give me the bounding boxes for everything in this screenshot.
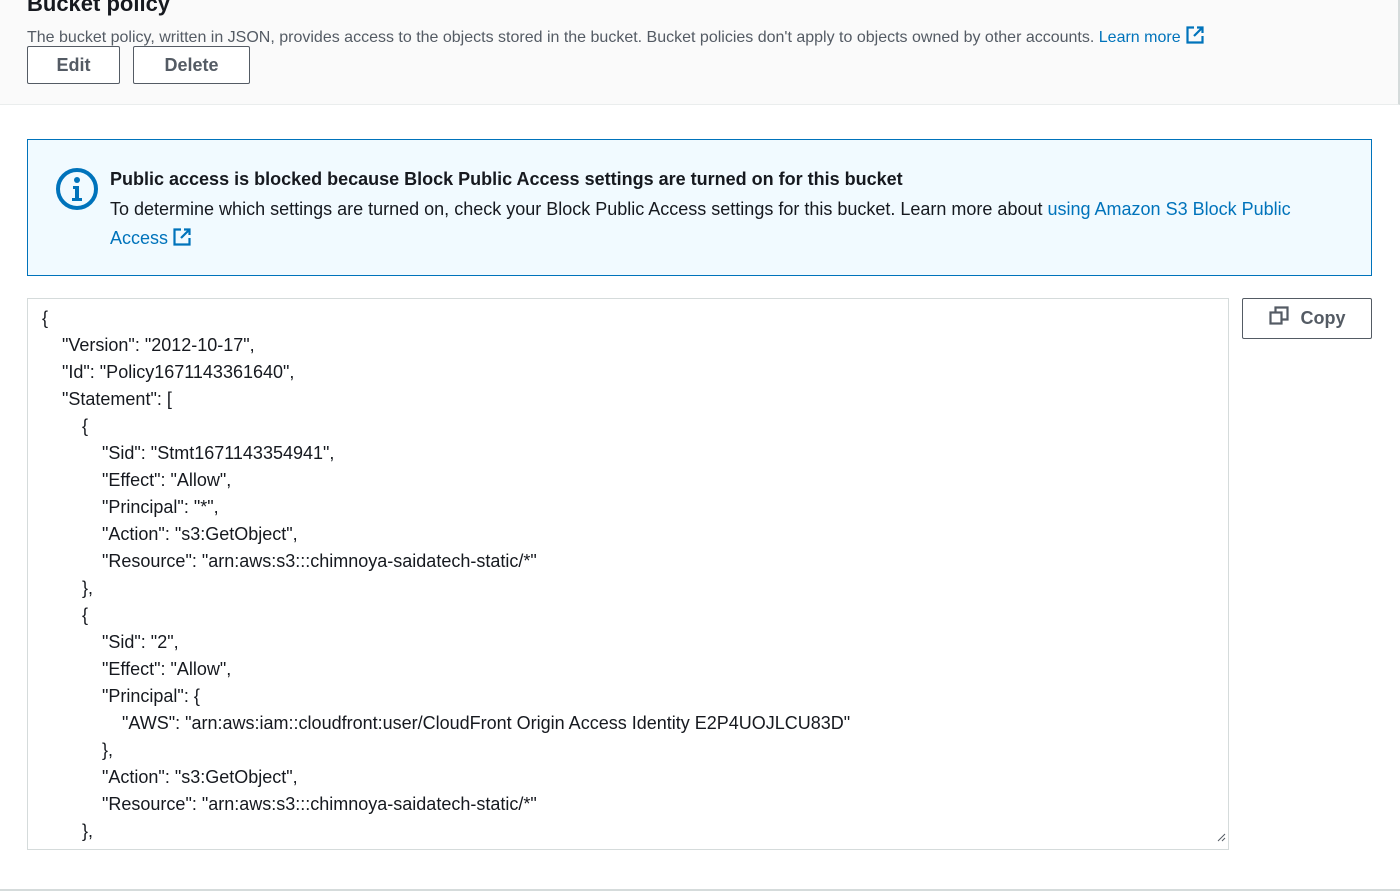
code-line: "Principal": "*", <box>42 497 219 517</box>
external-link-icon <box>172 227 192 256</box>
code-line: "Effect": "Allow", <box>42 470 232 490</box>
code-line: "Effect": "Allow", <box>42 659 232 679</box>
code-line: { <box>42 605 89 625</box>
code-line: "Sid": "2", <box>42 632 179 652</box>
code-line: "Version": "2012-10-17", <box>42 335 255 355</box>
code-line: }, <box>42 578 94 598</box>
resize-handle-icon[interactable] <box>1216 829 1226 847</box>
learn-more-link[interactable]: Learn more <box>1098 26 1205 46</box>
alert-body-text: To determine which settings are turned o… <box>110 199 1043 219</box>
divider <box>0 889 1400 891</box>
alert-title: Public access is blocked because Block P… <box>110 169 903 189</box>
section-title: Bucket policy <box>27 0 171 16</box>
code-line: "Id": "Policy1671143361640", <box>42 362 295 382</box>
policy-code: { "Version": "2012-10-17", "Id": "Policy… <box>42 305 850 845</box>
bucket-policy-header: Bucket policy The bucket policy, written… <box>0 0 1400 105</box>
code-line: "Statement": [ <box>42 389 172 409</box>
alert-body: To determine which settings are turned o… <box>110 195 1340 256</box>
code-line: "Action": "s3:GetObject", <box>42 767 298 787</box>
copy-label: Copy <box>1300 308 1346 328</box>
info-icon <box>55 167 99 216</box>
code-line: "Sid": "Stmt1671143354941", <box>42 443 335 463</box>
policy-json-editor[interactable]: { "Version": "2012-10-17", "Id": "Policy… <box>27 298 1229 850</box>
code-line: }, <box>42 740 114 760</box>
external-link-icon <box>1185 25 1205 51</box>
code-line: { <box>42 416 89 436</box>
code-line: "Resource": "arn:aws:s3:::chimnoya-saida… <box>42 794 537 814</box>
delete-button[interactable]: Delete <box>133 46 250 84</box>
code-line: "Resource": "arn:aws:s3:::chimnoya-saida… <box>42 551 537 571</box>
section-description-text: The bucket policy, written in JSON, prov… <box>27 29 1095 46</box>
code-line: }, <box>42 821 94 841</box>
edit-button[interactable]: Edit <box>27 46 120 84</box>
copy-icon <box>1268 306 1289 331</box>
code-line: "AWS": "arn:aws:iam::cloudfront:user/Clo… <box>42 713 851 733</box>
code-line: { <box>42 308 49 328</box>
learn-more-label: Learn more <box>1098 29 1181 46</box>
code-line: "Principal": { <box>42 686 200 706</box>
copy-button[interactable]: Copy <box>1242 298 1372 339</box>
code-line: "Action": "s3:GetObject", <box>42 524 298 544</box>
public-access-info-alert: Public access is blocked because Block P… <box>27 139 1372 276</box>
